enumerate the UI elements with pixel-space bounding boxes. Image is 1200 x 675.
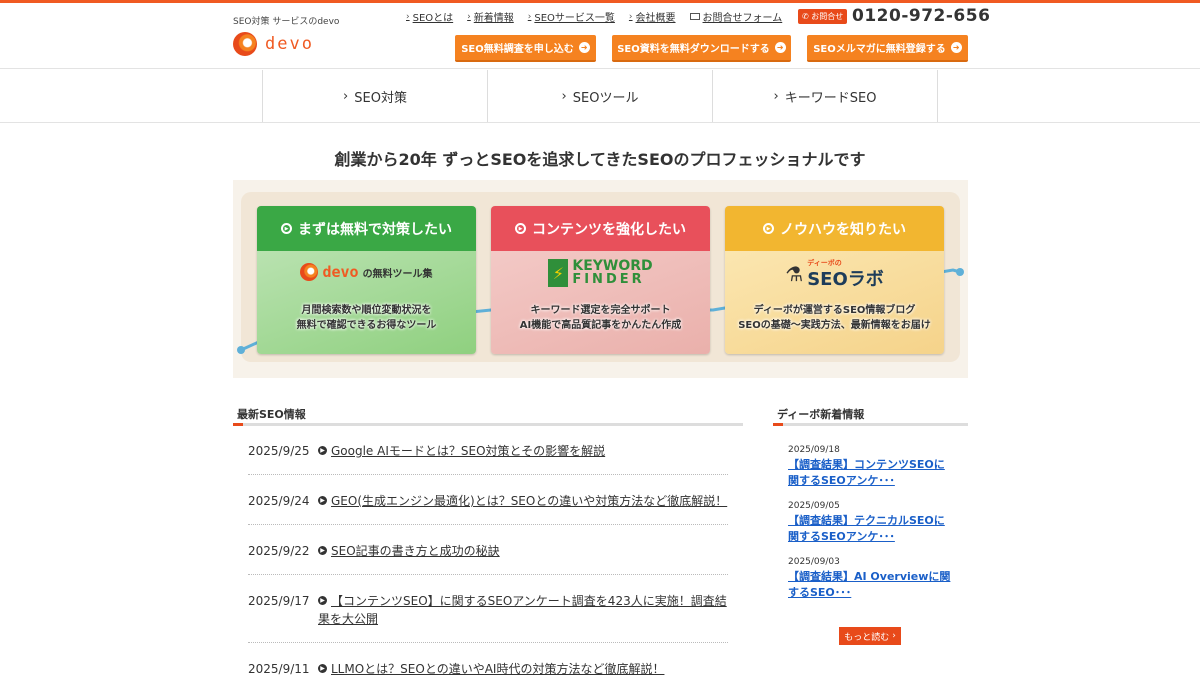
arrow-right-icon: ➜ (950, 42, 962, 53)
seo-lab-logo: ⚗ ディーボの SEOラボ (785, 259, 884, 290)
news-item[interactable]: 2025/9/11 ▶ LLMOとは？SEOとの違いやAI時代の対策方法など徹底解説… (248, 658, 728, 675)
side-news-link[interactable]: 【調査結果】テクニカルSEOに 関するSEOアンケ･･･ (788, 513, 958, 545)
chevron-right-icon: › (892, 631, 896, 641)
read-more-button[interactable]: もっと読む › (839, 627, 901, 645)
link-services[interactable]: › SEOサービス一覧 (527, 9, 615, 25)
link-news[interactable]: › 新着情報 (467, 9, 514, 25)
page-headline: 創業から20年 ずっとSEOを追求してきたSEOのプロフェッショナルです (334, 150, 866, 169)
chevron-right-icon: › (561, 88, 567, 104)
side-section-rule (773, 423, 968, 426)
news-section-title: 最新SEO情報 (237, 408, 306, 421)
nav-keyword-seo[interactable]: › キーワードSEO (713, 70, 938, 122)
card-seo-lab-body: ⚗ ディーボの SEOラボ ディーボが運営するSEO情報ブログ SEOの基礎〜実践… (725, 251, 944, 354)
news-item[interactable]: 2025/9/25 ▶ Google AIモードとは？SEO対策とその影響を解説 (248, 440, 728, 475)
card-keyword-finder-body: ⚡ KEYWORD FINDER キーワード選定を完全サポート AI機能で高品質記… (491, 251, 710, 354)
devo-logo-icon (300, 263, 319, 281)
side-news-link[interactable]: 【調査結果】コンテンツSEOに 関するSEOアンケ･･･ (788, 457, 958, 489)
download-materials-button[interactable]: SEO資料を無料ダウンロードする ➜ (612, 35, 791, 62)
chevron-right-icon: › (343, 88, 349, 104)
flask-icon: ⚗ (785, 262, 804, 286)
phone-badge: ✆ お問合せ (798, 9, 848, 24)
play-circle-icon: ▶ (318, 664, 327, 673)
newsletter-signup-button[interactable]: SEOメルマガに無料登録する ➜ (807, 35, 968, 62)
chevron-right-icon: › (467, 11, 471, 22)
lightning-icon: ⚡ (548, 259, 569, 287)
chevron-right-icon: › (527, 11, 532, 22)
main-nav: › SEO対策 › SEOツール › キーワードSEO (262, 70, 938, 122)
side-section-title: ディーボ新着情報 (777, 408, 865, 421)
card-free-tools-description: 月間検索数や順位変動状況を 無料で確認できるお得なツール (296, 305, 437, 331)
card-free-tools-body: devo の無料ツール集 月間検索数や順位変動状況を 無料で確認できるお得なツール (257, 251, 476, 354)
link-contact-form[interactable]: お問合せフォーム (689, 9, 782, 24)
mail-icon (689, 13, 700, 20)
link-seo-about[interactable]: › SEOとは (406, 9, 453, 25)
free-seo-survey-button[interactable]: SEO無料調査を申し込む ➜ (455, 35, 596, 62)
logo-text: devo (265, 34, 314, 54)
nav-seo-tools[interactable]: › SEOツール (488, 70, 713, 122)
arrow-right-icon: ➜ (774, 42, 786, 53)
card-seo-lab-description: ディーボが運営するSEO情報ブログ SEOの基礎〜実践方法、最新情報をお届け (738, 305, 931, 331)
card-seo-lab[interactable]: ▶ ノウハウを知りたい ⚗ ディーボの SEOラボ ディーボが運営するSEO情報ブ… (725, 206, 944, 354)
card-free-tools-title: ▶ まずは無料で対策したい (257, 206, 476, 251)
card-seo-lab-title: ▶ ノウハウを知りたい (725, 206, 944, 251)
news-list: 2025/9/25 ▶ Google AIモードとは？SEO対策とその影響を解説 2… (248, 440, 728, 675)
chevron-right-icon: › (628, 11, 633, 22)
phone-number[interactable]: 0120-972-656 (852, 6, 990, 26)
play-circle-icon: ▶ (281, 223, 292, 234)
news-item[interactable]: 2025/9/24 ▶ GEO(生成エンジン最適化)とは？SEOとの違いや対策方法な… (248, 490, 728, 525)
card-free-tools[interactable]: ▶ まずは無料で対策したい devo の無料ツール集 月間検索数や順位変動状況を無… (257, 206, 476, 354)
news-item[interactable]: 2025/9/17 ▶ 【コンテンツSEO】に関するSEOアンケート調査を423人に… (248, 590, 728, 643)
service-banner: ▶ まずは無料で対策したい devo の無料ツール集 月間検索数や順位変動状況を無… (233, 180, 968, 378)
arrow-right-icon: ➜ (578, 42, 590, 53)
keyword-finder-logo: ⚡ KEYWORD FINDER (491, 259, 710, 287)
list-item[interactable]: 2025/09/03 【調査結果】AI Overviewに関 するSEO･･･ (788, 557, 958, 601)
news-item[interactable]: 2025/9/22 ▶ SEO記事の書き方と成功の秘訣 (248, 540, 728, 575)
chevron-right-icon: › (406, 11, 410, 22)
play-circle-icon: ▶ (318, 496, 327, 505)
phone-icon: ✆ (802, 12, 812, 21)
nav-seo-measures[interactable]: › SEO対策 (263, 70, 488, 122)
play-circle-icon: ▶ (763, 223, 774, 234)
news-section-rule (233, 423, 743, 426)
site-logo[interactable]: devo (233, 32, 314, 56)
play-circle-icon: ▶ (515, 223, 526, 234)
play-circle-icon: ▶ (318, 446, 327, 455)
card-keyword-finder-description: キーワード選定を完全サポート AI機能で高品質記事をかんたん作成 (519, 305, 682, 331)
play-circle-icon: ▶ (318, 546, 327, 555)
link-company[interactable]: › 会社概要 (628, 9, 676, 25)
card-keyword-finder-title: ▶ コンテンツを強化したい (491, 206, 710, 251)
devo-tools-logo: devo の無料ツール集 (257, 263, 476, 281)
side-news-link[interactable]: 【調査結果】AI Overviewに関 するSEO･･･ (788, 569, 958, 601)
play-circle-icon: ▶ (318, 596, 327, 605)
list-item[interactable]: 2025/09/05 【調査結果】テクニカルSEOに 関するSEOアンケ･･･ (788, 501, 958, 545)
list-item[interactable]: 2025/09/18 【調査結果】コンテンツSEOに 関するSEOアンケ･･･ (788, 445, 958, 489)
side-news-list: 2025/09/18 【調査結果】コンテンツSEOに 関するSEOアンケ･･･ 20… (788, 445, 958, 613)
top-links: › SEOとは › 新着情報 › SEOサービス一覧 › 会社概要 お問合せフォーム (406, 9, 782, 25)
devo-logo-icon (233, 32, 257, 56)
site-header: SEO対策 サービスのdevo devo › SEOとは › 新着情報 › SEOサー… (0, 3, 1200, 69)
chevron-right-icon: › (773, 88, 779, 104)
nav-divider (0, 122, 1200, 123)
site-tagline: SEO対策 サービスのdevo (233, 17, 340, 27)
card-keyword-finder[interactable]: ▶ コンテンツを強化したい ⚡ KEYWORD FINDER キーワード選定を完全… (491, 206, 710, 354)
